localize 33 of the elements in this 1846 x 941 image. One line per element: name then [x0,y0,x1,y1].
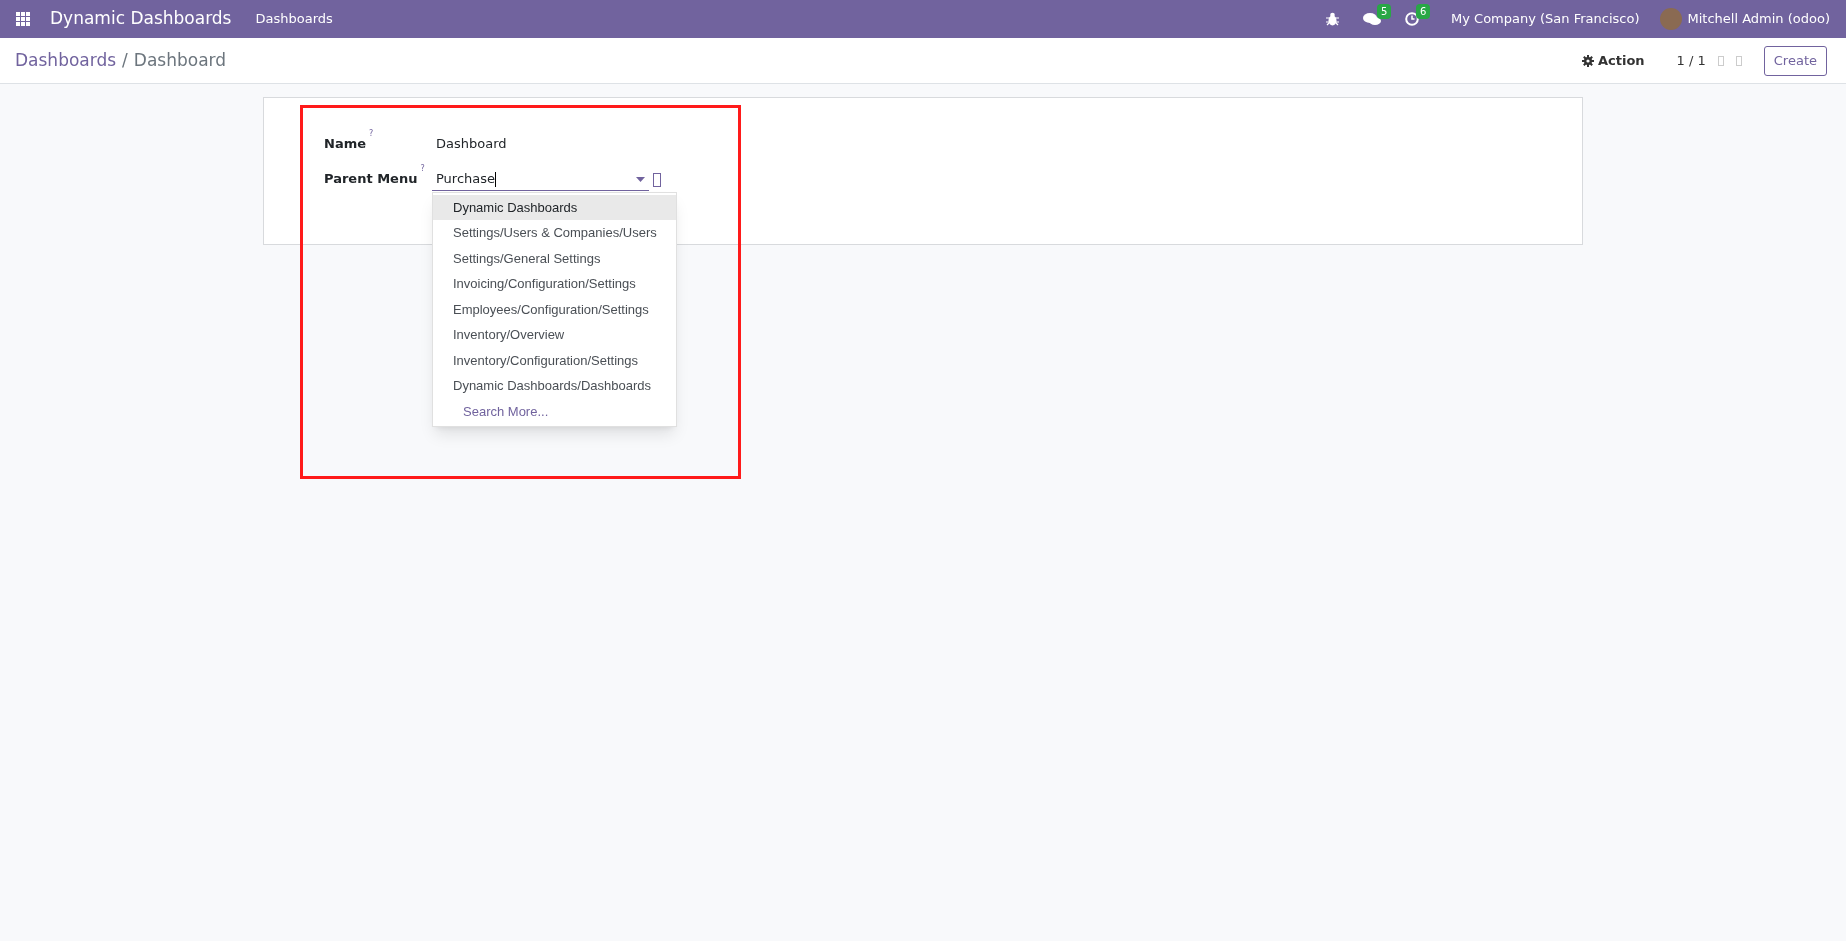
parent-menu-input[interactable]: Purchase [432,168,649,191]
count-badge: 5 [1377,4,1392,19]
clock-icon[interactable] [1405,12,1420,26]
dropdown-item[interactable]: Inventory/Configuration/Settings [433,347,676,373]
dropdown-item[interactable]: Inventory/Overview [433,322,676,348]
pager-value: 1 / 1 [1676,51,1706,70]
breadcrumb-link[interactable]: Dashboards [15,47,117,74]
dropdown-item[interactable]: Settings/General Settings [433,245,676,271]
field-label: Parent Menu [324,169,418,188]
dropdown-item[interactable]: Dynamic Dashboards [433,194,676,220]
action-button[interactable]: Action [1582,50,1645,71]
bug-icon[interactable] [1326,12,1340,26]
dropdown-item[interactable]: Employees/Configuration/Settings [433,296,676,322]
create-button[interactable]: Create [1763,45,1827,76]
dropdown-item[interactable]: Invoicing/Configuration/Settings [433,271,676,297]
user-menu[interactable]: Mitchell Admin (odoo) [1687,9,1830,29]
breadcrumb-separator: / [122,48,128,72]
search-more-link[interactable]: Search More... [433,398,676,424]
chat-icon[interactable] [1363,12,1382,26]
avatar [1659,8,1682,30]
menu-item[interactable]: Dashboards [255,9,333,29]
breadcrumb-current: Dashboard [133,48,227,72]
external-link-icon[interactable] [653,172,661,187]
company-switcher[interactable]: My Company (San Francisco) [1451,9,1640,29]
app-title[interactable]: Dynamic Dashboards [50,6,232,32]
field-value: Dashboard [436,135,507,153]
dropdown-item[interactable]: Settings/Users & Companies/Users [433,220,676,246]
apps-menu-icon[interactable] [16,12,30,26]
field-label: Name [324,135,366,153]
gear-icon [1582,54,1594,67]
dropdown-item[interactable]: Dynamic Dashboards/Dashboards [433,373,676,399]
count-badge: 6 [1416,4,1431,19]
caret-icon[interactable] [636,176,645,182]
